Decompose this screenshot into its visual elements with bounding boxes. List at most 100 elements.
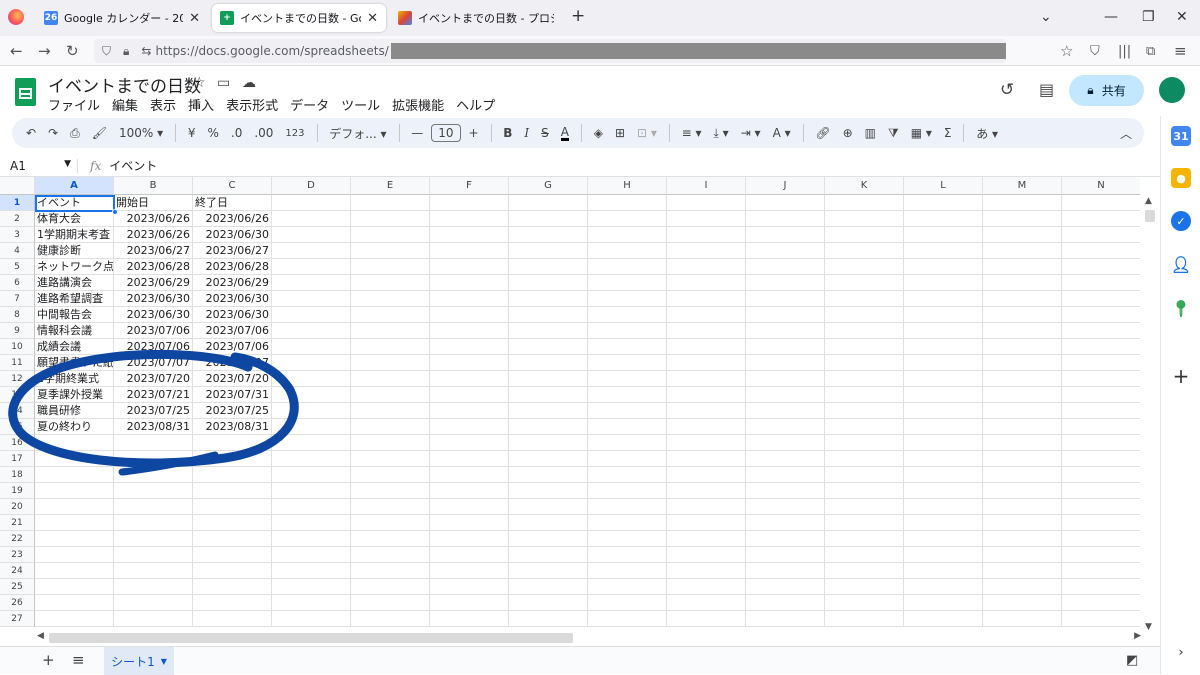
new-tab-button[interactable]: + — [571, 6, 585, 26]
merge-cells-icon[interactable]: ⊡ ▾ — [637, 126, 657, 140]
cell-F3[interactable] — [430, 227, 509, 243]
header-cell-L[interactable] — [904, 195, 983, 211]
menu-insert[interactable]: 挿入 — [188, 95, 214, 114]
cell-N25[interactable] — [1062, 579, 1140, 595]
header-cell-I[interactable] — [667, 195, 746, 211]
cell-K4[interactable] — [825, 243, 904, 259]
column-header-F[interactable]: F — [430, 177, 509, 195]
cell-F25[interactable] — [430, 579, 509, 595]
cell-G16[interactable] — [509, 435, 588, 451]
cell-N17[interactable] — [1062, 451, 1140, 467]
cell-E22[interactable] — [351, 531, 430, 547]
cell-B20[interactable] — [114, 499, 193, 515]
row-header[interactable]: 1 — [0, 195, 35, 211]
cell-N8[interactable] — [1062, 307, 1140, 323]
cell-N14[interactable] — [1062, 403, 1140, 419]
cell-M3[interactable] — [983, 227, 1062, 243]
cell-A10[interactable]: 成績会議 — [35, 339, 114, 355]
cell-H21[interactable] — [588, 515, 667, 531]
keep-icon[interactable]: ● — [1171, 168, 1191, 188]
cell-C19[interactable] — [193, 483, 272, 499]
cell-E3[interactable] — [351, 227, 430, 243]
cell-K20[interactable] — [825, 499, 904, 515]
cell-D16[interactable] — [272, 435, 351, 451]
cell-A5[interactable]: ネットワーク点検 — [35, 259, 114, 275]
cell-E13[interactable] — [351, 387, 430, 403]
cell-B4[interactable]: 2023/06/27 — [114, 243, 193, 259]
currency-format-button[interactable]: ¥ — [188, 126, 196, 140]
bookmark-star-icon[interactable]: ☆ — [1060, 42, 1073, 60]
scroll-right-icon[interactable]: ▶ — [1134, 631, 1141, 641]
app-menu-icon[interactable]: ≡ — [1174, 42, 1187, 60]
cell-E8[interactable] — [351, 307, 430, 323]
cell-B11[interactable]: 2023/07/07 — [114, 355, 193, 371]
library-icon[interactable]: ||| — [1118, 44, 1131, 59]
row-header[interactable]: 3 — [0, 227, 35, 243]
cell-B27[interactable] — [114, 611, 193, 627]
cell-D4[interactable] — [272, 243, 351, 259]
cell-I18[interactable] — [667, 467, 746, 483]
cell-E16[interactable] — [351, 435, 430, 451]
cell-L4[interactable] — [904, 243, 983, 259]
menu-help[interactable]: ヘルプ — [456, 95, 495, 114]
cell-G2[interactable] — [509, 211, 588, 227]
cell-C18[interactable] — [193, 467, 272, 483]
cell-J18[interactable] — [746, 467, 825, 483]
header-cell-B[interactable]: 開始日 — [114, 195, 193, 211]
cell-E10[interactable] — [351, 339, 430, 355]
row-header[interactable]: 27 — [0, 611, 35, 627]
cell-D20[interactable] — [272, 499, 351, 515]
cell-A27[interactable] — [35, 611, 114, 627]
cell-A2[interactable]: 体育大会 — [35, 211, 114, 227]
cell-N2[interactable] — [1062, 211, 1140, 227]
row-header[interactable]: 21 — [0, 515, 35, 531]
cell-K5[interactable] — [825, 259, 904, 275]
cell-D10[interactable] — [272, 339, 351, 355]
cell-B15[interactable]: 2023/08/31 — [114, 419, 193, 435]
calendar-icon[interactable]: 31 — [1171, 126, 1191, 146]
cell-C2[interactable]: 2023/06/26 — [193, 211, 272, 227]
cell-J11[interactable] — [746, 355, 825, 371]
cell-D9[interactable] — [272, 323, 351, 339]
cell-D8[interactable] — [272, 307, 351, 323]
italic-button[interactable]: I — [524, 126, 529, 140]
cell-M6[interactable] — [983, 275, 1062, 291]
cell-L12[interactable] — [904, 371, 983, 387]
minimize-button[interactable]: — — [1104, 9, 1118, 25]
menu-view[interactable]: 表示 — [150, 95, 176, 114]
row-header[interactable]: 12 — [0, 371, 35, 387]
cell-H17[interactable] — [588, 451, 667, 467]
cell-L15[interactable] — [904, 419, 983, 435]
cell-C16[interactable] — [193, 435, 272, 451]
cell-L18[interactable] — [904, 467, 983, 483]
cell-H4[interactable] — [588, 243, 667, 259]
text-rotation-icon[interactable]: A ▾ — [773, 126, 791, 140]
cell-A24[interactable] — [35, 563, 114, 579]
cell-C22[interactable] — [193, 531, 272, 547]
cell-N18[interactable] — [1062, 467, 1140, 483]
insert-link-icon[interactable]: 🔗︎ — [815, 126, 830, 140]
tab-sheets[interactable]: + イベントまでの日数 - Google スプレ ✕ — [212, 4, 386, 32]
increase-decimal-button[interactable]: .00 — [254, 126, 273, 140]
cell-A18[interactable] — [35, 467, 114, 483]
cell-N5[interactable] — [1062, 259, 1140, 275]
cell-I26[interactable] — [667, 595, 746, 611]
cell-E9[interactable] — [351, 323, 430, 339]
cell-F23[interactable] — [430, 547, 509, 563]
column-header-H[interactable]: H — [588, 177, 667, 195]
cell-K16[interactable] — [825, 435, 904, 451]
cell-I17[interactable] — [667, 451, 746, 467]
cell-A17[interactable] — [35, 451, 114, 467]
contacts-icon[interactable]: 👤︎ — [1171, 254, 1191, 274]
cell-F6[interactable] — [430, 275, 509, 291]
cell-K14[interactable] — [825, 403, 904, 419]
cell-J13[interactable] — [746, 387, 825, 403]
header-cell-E[interactable] — [351, 195, 430, 211]
tab-close-icon[interactable]: ✕ — [367, 11, 378, 26]
cell-H14[interactable] — [588, 403, 667, 419]
cell-K8[interactable] — [825, 307, 904, 323]
cell-C24[interactable] — [193, 563, 272, 579]
cell-J2[interactable] — [746, 211, 825, 227]
row-header[interactable]: 14 — [0, 403, 35, 419]
cell-A22[interactable] — [35, 531, 114, 547]
